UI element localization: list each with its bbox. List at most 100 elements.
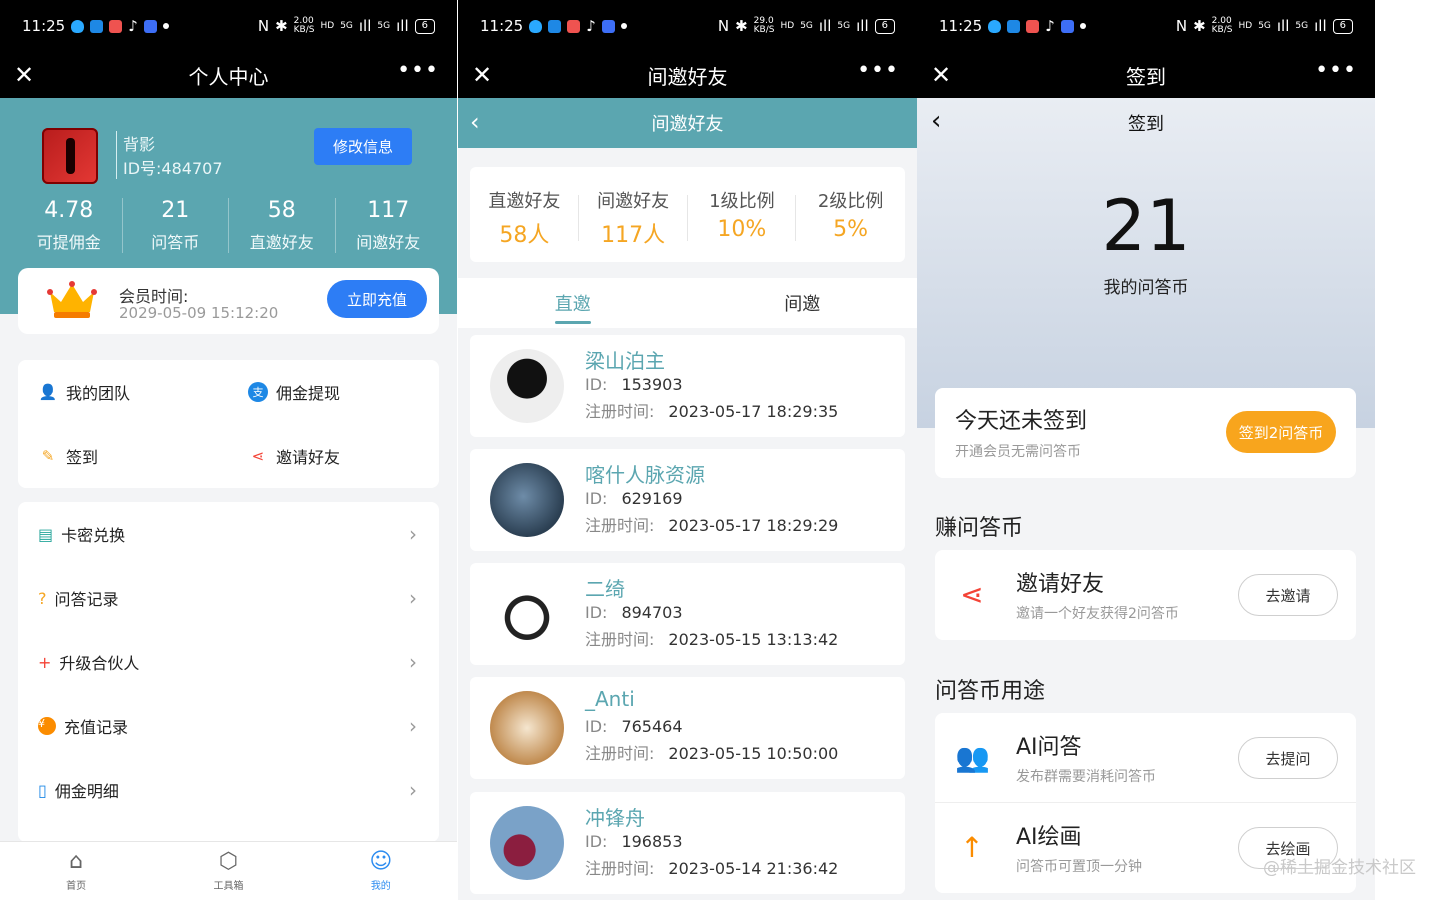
stat-coins[interactable]: 21 问答币 xyxy=(123,198,229,253)
more-notifications-icon xyxy=(162,23,169,29)
share-icon: ⋖ xyxy=(960,578,984,611)
my-team-item[interactable]: 👤 我的团队 xyxy=(38,380,130,404)
team-icon: 👤 xyxy=(38,383,58,401)
withdraw-item[interactable]: 支 佣金提现 xyxy=(248,380,340,404)
earn-card: ⋖ 邀请好友 邀请一个好友获得2问答币 去邀请 xyxy=(935,550,1356,640)
status-time: 11:25 xyxy=(480,17,524,35)
crown-icon xyxy=(47,281,97,318)
stat-direct-friends[interactable]: 58 直邀好友 xyxy=(229,198,336,253)
friend-register-time: 注册时间: 2023-05-17 18:29:29 xyxy=(585,516,839,535)
friend-name: 冲锋舟 xyxy=(585,806,645,830)
list-item-commission-details[interactable]: ▯ 佣金明细 › xyxy=(18,758,439,822)
hd-badge: HD xyxy=(780,20,795,31)
network-speed: 2.00 KB/S xyxy=(293,16,315,35)
friend-register-time: 注册时间: 2023-05-15 10:50:00 xyxy=(585,744,839,763)
yen-icon: ¥ xyxy=(38,717,56,735)
add-user-icon: + xyxy=(38,652,52,672)
close-icon[interactable]: ✕ xyxy=(12,59,36,91)
task-row-ai-draw: ↑ AI绘画 问答币可置顶一分钟 去绘画 xyxy=(935,803,1356,893)
avatar xyxy=(490,577,564,651)
friend-name: 二绮 xyxy=(585,577,625,601)
app-icon xyxy=(109,19,123,33)
list-item[interactable]: 冲锋舟 ID: 196853 注册时间: 2023-05-14 21:36:42 xyxy=(470,792,905,894)
status-time: 11:25 xyxy=(939,17,983,35)
tab-toolbox[interactable]: ⬡ 工具箱 xyxy=(152,842,304,900)
friend-name: _Anti xyxy=(585,687,635,711)
list-item[interactable]: 喀什人脉资源 ID: 629169 注册时间: 2023-05-17 18:29:2… xyxy=(470,449,905,551)
membership-expiry: 2029-05-09 15:12:20 xyxy=(119,304,279,322)
close-icon[interactable]: ✕ xyxy=(929,59,953,91)
indirect-friends-screen: 11:25 ♪ N ✱ 29.0KB/S HD 5G ıll 5G ıll 6 xyxy=(458,0,917,900)
list-item-recharge-records[interactable]: ¥ 充值记录 › xyxy=(18,694,439,758)
stat-level1-ratio: 1级比例 10% xyxy=(688,167,797,262)
user-name: 背影 xyxy=(116,131,155,155)
ask-button[interactable]: 去提问 xyxy=(1238,737,1338,779)
app-icon xyxy=(548,19,562,33)
invite-button[interactable]: 去邀请 xyxy=(1238,574,1338,616)
battery-icon: 6 xyxy=(874,18,895,34)
edit-profile-button[interactable]: 修改信息 xyxy=(314,128,412,165)
task-row-invite: ⋖ 邀请好友 邀请一个好友获得2问答币 去邀请 xyxy=(935,550,1356,640)
invite-item[interactable]: ⋖ 邀请好友 xyxy=(248,444,340,468)
coin-balance: 21 xyxy=(1101,185,1191,267)
app-icon xyxy=(1007,19,1021,33)
more-notifications-icon xyxy=(1079,23,1086,29)
chevron-right-icon: › xyxy=(409,522,417,546)
checkin-status: 今天还未签到 xyxy=(955,409,1088,434)
recharge-button[interactable]: 立即充值 xyxy=(327,280,427,318)
chevron-right-icon: › xyxy=(409,586,417,610)
watermark: @稀土掘金技术社区 xyxy=(1263,858,1416,878)
tiktok-icon: ♪ xyxy=(1045,17,1055,35)
battery-icon: 6 xyxy=(1332,18,1353,34)
list-item[interactable]: 二绮 ID: 894703 注册时间: 2023-05-15 13:13:42 xyxy=(470,563,905,665)
checkin-hint: 开通会员无需问答币 xyxy=(955,444,1081,460)
more-icon[interactable]: ••• xyxy=(857,58,899,83)
user-icon: ☺ xyxy=(369,848,393,874)
status-bar: 11:25 ♪ N ✱ 29.0 KB/S HD 5G ıll 5G ıll 6 xyxy=(458,0,917,52)
notification-icon xyxy=(529,19,543,33)
signal-icon: ıll xyxy=(1314,17,1327,35)
list-item[interactable]: _Anti ID: 765464 注册时间: 2023-05-15 10:50:00 xyxy=(470,677,905,779)
back-icon[interactable]: ‹ xyxy=(931,106,941,136)
avatar[interactable] xyxy=(42,128,98,184)
usage-section-title: 问答币用途 xyxy=(935,679,1046,704)
arrow-up-icon: ↑ xyxy=(960,831,984,864)
checkin-screen: 11:25 ♪ N ✱ 2.00KB/S HD 5G ıll 5G ıll 6 xyxy=(917,0,1375,900)
back-icon[interactable]: ‹ xyxy=(470,108,480,136)
app-icon xyxy=(90,19,104,33)
menu-list: ▤ 卡密兑换 › ? 问答记录 › + 升级合伙人 › ¥ 充值记录 › ▯ 佣 xyxy=(18,502,439,842)
tab-mine[interactable]: ☺ 我的 xyxy=(305,842,457,900)
list-item-qa-records[interactable]: ? 问答记录 › xyxy=(18,566,439,630)
coin-balance-label: 我的问答币 xyxy=(1103,278,1189,298)
list-item-redeem[interactable]: ▤ 卡密兑换 › xyxy=(18,502,439,566)
app-icon xyxy=(567,19,581,33)
battery-icon: 6 xyxy=(414,18,435,34)
friend-id: ID: 153903 xyxy=(585,375,683,394)
card-icon: ▤ xyxy=(38,524,54,544)
list-item-upgrade[interactable]: + 升级合伙人 › xyxy=(18,630,439,694)
profile-stats: 4.78 可提佣金 21 问答币 58 直邀好友 117 间邀好友 xyxy=(16,198,441,253)
close-icon[interactable]: ✕ xyxy=(470,59,494,91)
more-icon[interactable]: ••• xyxy=(397,58,439,83)
tab-direct[interactable]: 直邀 xyxy=(458,278,688,328)
question-icon: ? xyxy=(38,588,47,608)
signal-label: 5G xyxy=(340,20,353,31)
tab-home[interactable]: ⌂ 首页 xyxy=(0,842,152,900)
signal-icon: ıll xyxy=(1276,17,1290,35)
checkin-item[interactable]: ✎ 签到 xyxy=(38,444,98,468)
stat-indirect-friends[interactable]: 117 间邀好友 xyxy=(336,198,442,253)
document-icon: ▯ xyxy=(38,780,47,800)
checkin-button[interactable]: 签到2问答币 xyxy=(1226,411,1336,453)
stat-commission[interactable]: 4.78 可提佣金 xyxy=(16,198,123,253)
bluetooth-icon: ✱ xyxy=(735,17,748,35)
screenshot-stage: 11:25 ♪ N ✱ 2.00KB/S HD 5G ıll 5G ıll 6 xyxy=(0,0,1440,900)
friend-name: 喀什人脉资源 xyxy=(585,463,705,487)
bluetooth-icon: ✱ xyxy=(1193,17,1206,35)
chevron-right-icon: › xyxy=(409,650,417,674)
friend-id: ID: 196853 xyxy=(585,832,683,851)
tab-indirect[interactable]: 间邀 xyxy=(688,278,918,328)
more-icon[interactable]: ••• xyxy=(1315,58,1357,83)
list-item[interactable]: 梁山泊主 ID: 153903 注册时间: 2023-05-17 18:29:35 xyxy=(470,335,905,437)
hd-badge: HD xyxy=(1238,20,1253,31)
alipay-icon: 支 xyxy=(248,382,268,402)
